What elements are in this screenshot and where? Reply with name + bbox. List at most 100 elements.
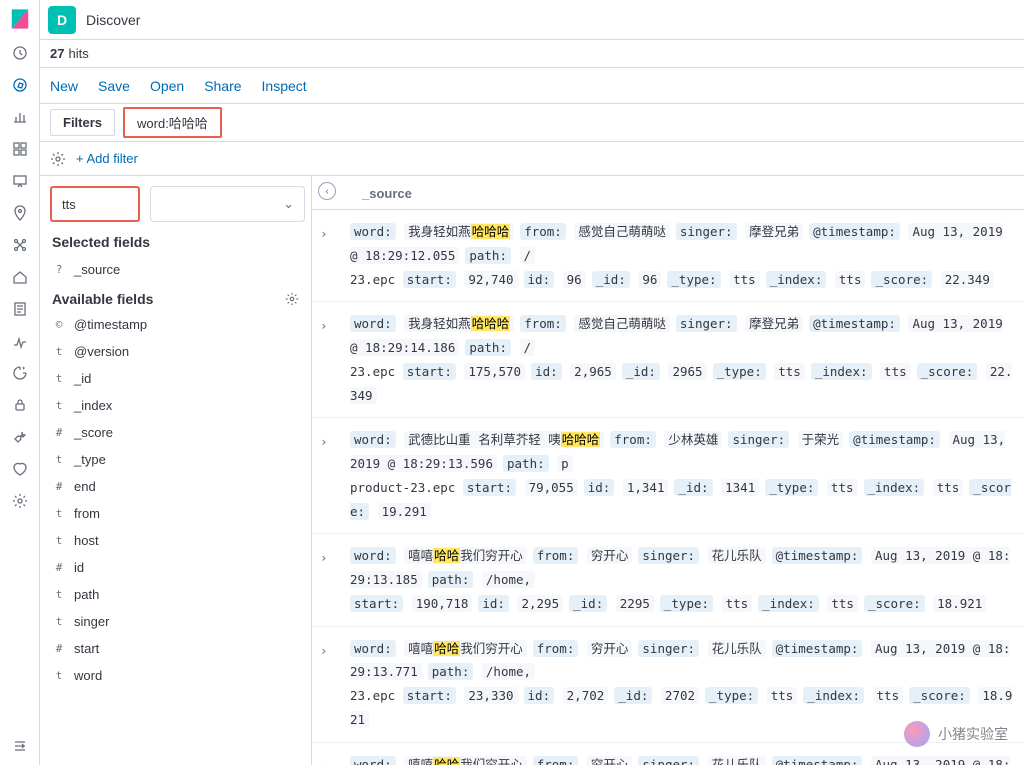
collapse-rail-icon[interactable] (11, 737, 29, 755)
index-pattern-value: tts (62, 197, 76, 212)
menu-share[interactable]: Share (204, 78, 241, 94)
field-name: word (74, 668, 102, 683)
field-type-icon: © (52, 318, 66, 331)
discover-icon[interactable] (11, 76, 29, 94)
infra-icon[interactable] (11, 268, 29, 286)
recent-icon[interactable] (11, 44, 29, 62)
result-row: ›word: 我身轻如燕哈哈哈from: 感觉自己萌萌哒singer: 摩登兄弟… (312, 302, 1024, 418)
hits-bar: 27 hits (40, 40, 1024, 68)
expand-row-icon[interactable]: › (320, 428, 350, 523)
field-item[interactable]: # end (46, 473, 305, 500)
field-item[interactable]: t_id (46, 365, 305, 392)
field-item[interactable]: tword (46, 662, 305, 689)
query-pill[interactable]: word:哈哈哈 (123, 107, 222, 138)
field-item[interactable]: # start (46, 635, 305, 662)
field-name: host (74, 533, 99, 548)
expand-row-icon[interactable]: › (320, 220, 350, 291)
field-name: @version (74, 344, 129, 359)
field-item[interactable]: t @version (46, 338, 305, 365)
field-type-icon: # (52, 561, 66, 574)
result-row: ›word: 武德比山重 名利草芥轻 咦哈哈哈from: 少林英雄singer:… (312, 418, 1024, 534)
field-item[interactable]: # id (46, 554, 305, 581)
watermark-text: 小猪实验室 (938, 724, 1008, 744)
field-type-icon: t (52, 453, 66, 466)
expand-row-icon[interactable]: › (320, 312, 350, 407)
result-source: word: 武德比山重 名利草芥轻 咦哈哈哈from: 少林英雄singer: … (350, 428, 1014, 523)
field-type-icon: # (52, 480, 66, 493)
result-row: ›word: 我身轻如燕哈哈哈from: 感觉自己萌萌哒singer: 摩登兄弟… (312, 210, 1024, 302)
field-name: _source (74, 262, 120, 277)
expand-row-icon[interactable]: › (320, 544, 350, 615)
ml-icon[interactable] (11, 236, 29, 254)
hits-label: hits (68, 46, 88, 61)
filters-button[interactable]: Filters (50, 109, 115, 136)
menu-open[interactable]: Open (150, 78, 184, 94)
visualize-icon[interactable] (11, 108, 29, 126)
breadcrumb-bar: D Discover (40, 0, 1024, 40)
field-item[interactable]: thost (46, 527, 305, 554)
field-item[interactable]: © @timestamp (46, 311, 305, 338)
result-source: word: 嘻嘻哈哈我们穷开心from: 穷开心singer: 花儿乐队@tim… (350, 637, 1014, 732)
available-fields-title: Available fields (52, 291, 153, 307)
uptime-icon[interactable] (11, 364, 29, 382)
maps-icon[interactable] (11, 204, 29, 222)
collapse-sidebar-icon[interactable]: ‹ (318, 182, 336, 200)
field-name: end (74, 479, 96, 494)
result-row: ›word: 嘻嘻哈哈我们穷开心from: 穷开心singer: 花儿乐队@ti… (312, 534, 1024, 626)
result-source: word: 嘻嘻哈哈我们穷开心from: 穷开心singer: 花儿乐队@tim… (350, 753, 1014, 765)
field-type-icon: t (52, 534, 66, 547)
expand-row-icon[interactable]: › (320, 753, 350, 765)
monitoring-icon[interactable] (11, 460, 29, 478)
field-item[interactable]: t _type (46, 446, 305, 473)
selected-fields-title: Selected fields (46, 226, 305, 256)
watermark-avatar-icon (904, 721, 930, 747)
field-type-icon: t (52, 372, 66, 385)
fields-settings-icon[interactable] (285, 292, 299, 306)
field-type-icon: t (52, 588, 66, 601)
results-panel: ‹ _source ›word: 我身轻如燕哈哈哈from: 感觉自己萌萌哒si… (312, 176, 1024, 765)
logs-icon[interactable] (11, 300, 29, 318)
index-pattern-dropdown[interactable]: ⌄ (150, 186, 305, 222)
field-name: from (74, 506, 100, 521)
field-type-icon: # (52, 426, 66, 439)
field-name: start (74, 641, 99, 656)
apm-icon[interactable] (11, 332, 29, 350)
fields-sidebar: tts ⌄ Selected fields ? _source Available… (40, 176, 312, 765)
field-type-icon: t (52, 345, 66, 358)
field-type-icon: ? (52, 263, 66, 276)
chevron-down-icon: ⌄ (283, 196, 294, 212)
field-item[interactable]: tsinger (46, 608, 305, 635)
canvas-icon[interactable] (11, 172, 29, 190)
menu-new[interactable]: New (50, 78, 78, 94)
field-name: @timestamp (74, 317, 147, 332)
field-item[interactable]: ? _source (46, 256, 305, 283)
field-name: path (74, 587, 99, 602)
results-column-header[interactable]: _source (312, 176, 1024, 210)
field-item[interactable]: tfrom (46, 500, 305, 527)
result-source: word: 我身轻如燕哈哈哈from: 感觉自己萌萌哒singer: 摩登兄弟@… (350, 312, 1014, 407)
expand-row-icon[interactable]: › (320, 637, 350, 732)
field-item[interactable]: t_index (46, 392, 305, 419)
app-title: Discover (86, 12, 140, 28)
menu-inspect[interactable]: Inspect (262, 78, 307, 94)
field-item[interactable]: tpath (46, 581, 305, 608)
dashboard-icon[interactable] (11, 140, 29, 158)
field-name: singer (74, 614, 109, 629)
content-area: tts ⌄ Selected fields ? _source Available… (40, 176, 1024, 765)
field-type-icon: t (52, 669, 66, 682)
siem-icon[interactable] (11, 396, 29, 414)
add-filter-button[interactable]: + Add filter (76, 151, 138, 166)
watermark: 小猪实验室 (904, 721, 1008, 747)
index-pattern-select[interactable]: tts (50, 186, 140, 222)
field-name: id (74, 560, 84, 575)
devtools-icon[interactable] (11, 428, 29, 446)
kibana-logo-icon[interactable] (9, 8, 31, 30)
hits-count: 27 (50, 46, 64, 61)
field-name: _type (74, 452, 106, 467)
management-icon[interactable] (11, 492, 29, 510)
field-item[interactable]: #_score (46, 419, 305, 446)
field-type-icon: t (52, 615, 66, 628)
menu-save[interactable]: Save (98, 78, 130, 94)
field-type-icon: # (52, 642, 66, 655)
filter-settings-icon[interactable] (50, 151, 66, 167)
